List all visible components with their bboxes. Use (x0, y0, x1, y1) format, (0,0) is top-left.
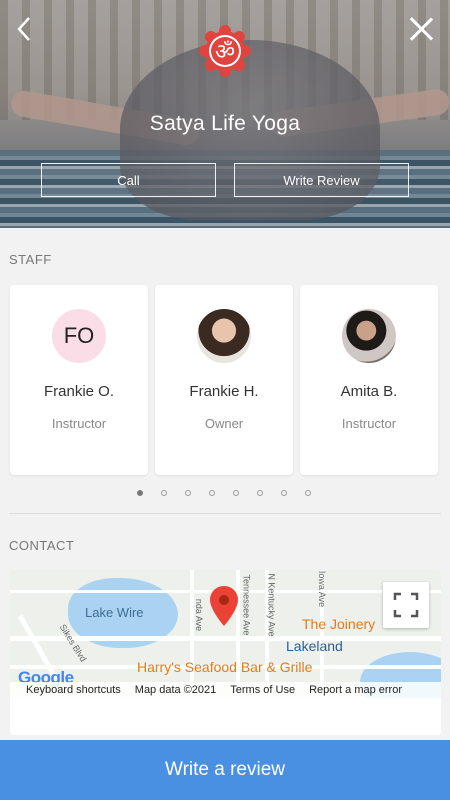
street-label: nda Ave (194, 598, 205, 632)
map-view[interactable]: Lake Wire Sikes Blvd nda Ave Tennessee A… (10, 570, 441, 698)
pagination-dot[interactable] (209, 490, 215, 496)
hero-header: ॐ Satya Life Yoga Call Write Review (0, 0, 450, 228)
pagination-dot[interactable] (281, 490, 287, 496)
contact-card: Lake Wire Sikes Blvd nda Ave Tennessee A… (10, 570, 441, 735)
map-pin-icon[interactable] (210, 586, 238, 626)
staff-card[interactable]: FO Frankie O. Instructor (10, 285, 148, 475)
om-glyph: ॐ (215, 40, 235, 65)
map-footer: Keyboard shortcuts Map data ©2021 Terms … (10, 682, 441, 698)
staff-name: Frankie H. (189, 383, 259, 400)
close-button[interactable] (406, 14, 436, 44)
fullscreen-button[interactable] (383, 582, 429, 628)
write-review-header-button[interactable]: Write Review (234, 163, 409, 197)
staff-role: Owner (204, 416, 244, 431)
staff-role: Instructor (341, 416, 397, 431)
write-review-button[interactable]: Write a review (0, 740, 450, 800)
avatar: FO (52, 309, 106, 363)
om-logo-icon: ॐ (199, 25, 251, 77)
pagination-dot[interactable] (161, 490, 167, 496)
staff-name: Frankie O. (43, 383, 115, 400)
chevron-left-icon (17, 17, 30, 41)
poi-label[interactable]: Lakeland (286, 638, 343, 654)
staff-card[interactable]: Amita B. Instructor (300, 285, 438, 475)
poi-label[interactable]: Harry's Seafood Bar & Grille (137, 659, 312, 675)
pagination-dot[interactable] (233, 490, 239, 496)
report-map-error-link[interactable]: Report a map error (309, 684, 402, 696)
lake-label: Lake Wire (85, 605, 144, 620)
staff-pagination (137, 490, 311, 496)
avatar (197, 309, 251, 363)
street-label: N Kentucky Ave (266, 573, 277, 637)
fullscreen-icon (393, 592, 419, 618)
call-button[interactable]: Call (41, 163, 216, 197)
map-data-label: Map data ©2021 (134, 684, 217, 696)
terms-link[interactable]: Terms of Use (230, 684, 295, 696)
business-title: Satya Life Yoga (149, 112, 301, 135)
staff-card[interactable]: Frankie H. Owner (155, 285, 293, 475)
avatar (342, 309, 396, 363)
pagination-dot[interactable] (185, 490, 191, 496)
staff-name: Amita B. (340, 383, 398, 400)
pagination-dot[interactable] (137, 490, 143, 496)
pagination-dot[interactable] (257, 490, 263, 496)
keyboard-shortcuts-link[interactable]: Keyboard shortcuts (26, 684, 121, 696)
staff-section-label: STAFF (9, 252, 52, 267)
staff-role: Instructor (51, 416, 107, 431)
contact-section-label: CONTACT (9, 538, 75, 553)
street-label: Iowa Ave (317, 570, 328, 608)
back-button[interactable] (6, 14, 42, 50)
street-label: Tennessee Ave (241, 574, 252, 636)
section-divider (9, 513, 441, 514)
pagination-dot[interactable] (305, 490, 311, 496)
poi-label[interactable]: The Joinery (302, 616, 375, 632)
